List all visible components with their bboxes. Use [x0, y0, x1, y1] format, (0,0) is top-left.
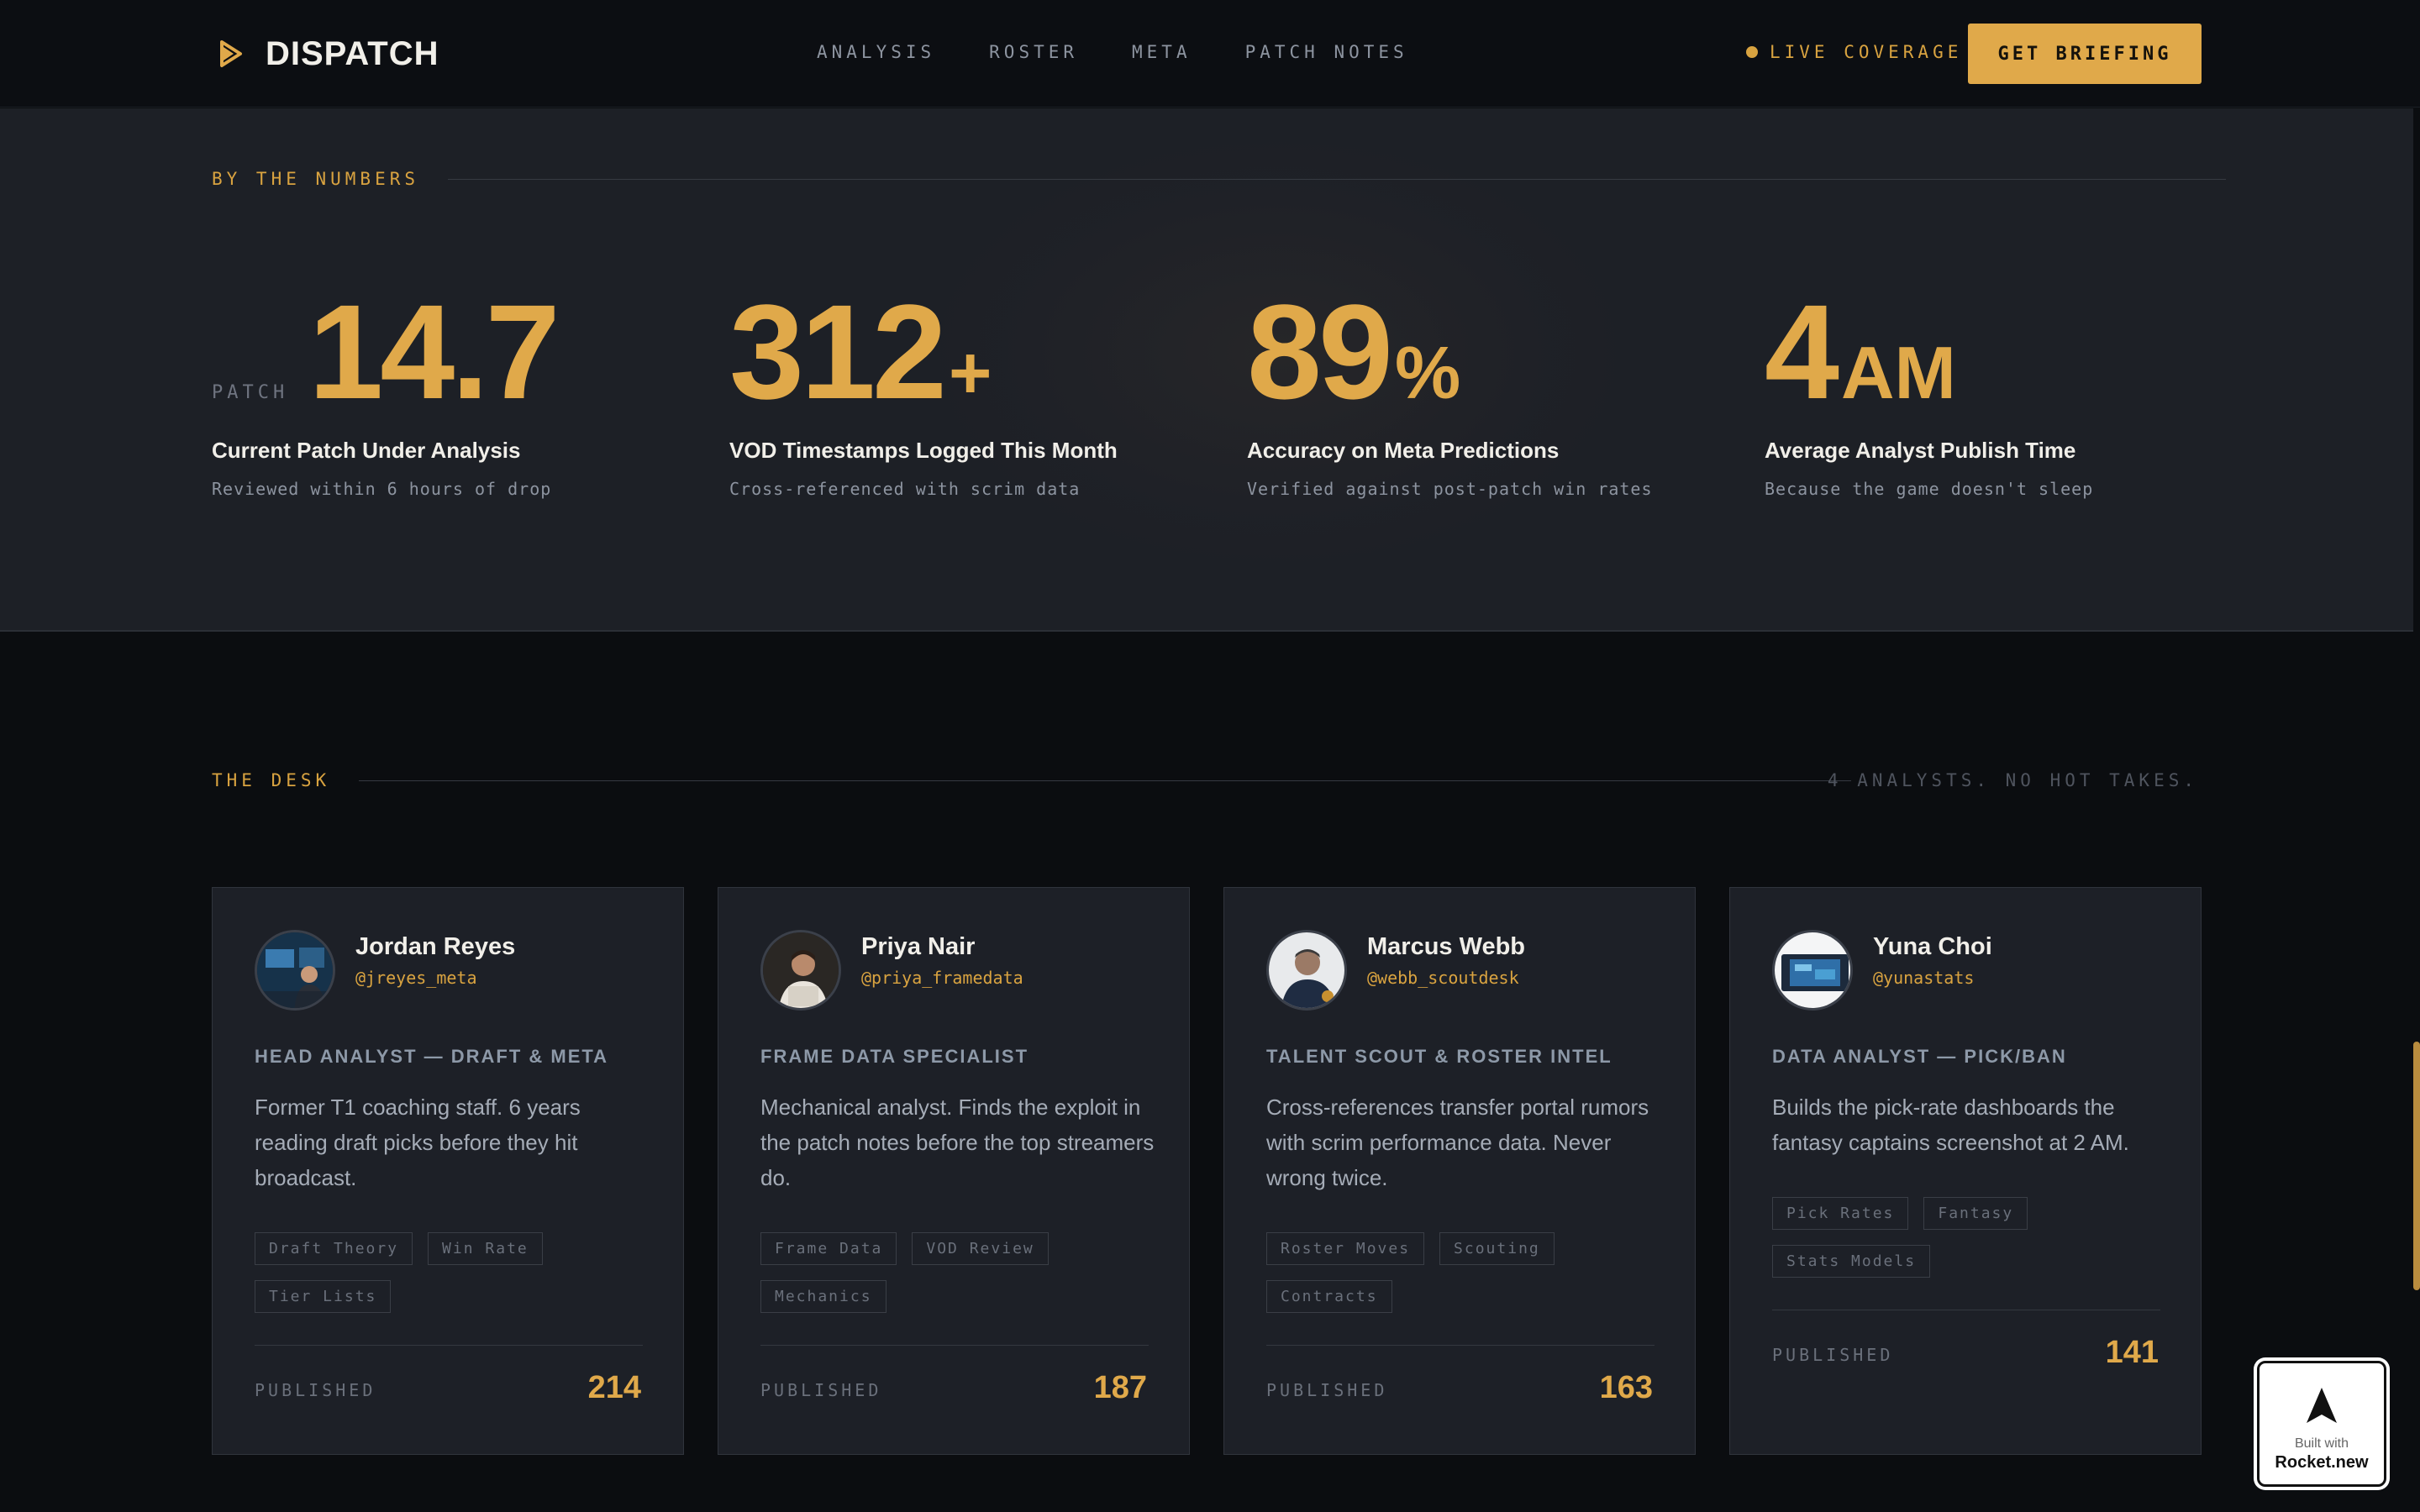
live-dot-icon	[1746, 46, 1758, 58]
analyst-name: Priya Nair	[861, 933, 976, 960]
analyst-role: DATA ANALYST — PICK/BAN	[1772, 1046, 2067, 1067]
card-divider	[1266, 1345, 1655, 1346]
stat-subtitle: Cross-referenced with scrim data	[729, 479, 1081, 499]
analyst-bio: Builds the pick-rate dashboards the fant…	[1772, 1095, 2129, 1155]
nav-link-patch-notes[interactable]: PATCH NOTES	[1245, 42, 1408, 62]
stat-prefix: PATCH	[212, 382, 289, 403]
analyst-role: FRAME DATA SPECIALIST	[760, 1046, 1029, 1067]
avatar	[255, 930, 335, 1011]
analyst-role: HEAD ANALYST — DRAFT & META	[255, 1046, 609, 1067]
analyst-bio: Mechanical analyst. Finds the exploit in…	[760, 1095, 1155, 1190]
tag: Stats Models	[1772, 1245, 1931, 1278]
desk-tagline: 4 ANALYSTS. NO HOT TAKES.	[1827, 770, 2198, 790]
stat-suffix: %	[1394, 331, 1461, 414]
analyst-bio: Cross-references transfer portal rumors …	[1266, 1095, 1649, 1190]
analyst-handle[interactable]: @yunastats	[1873, 968, 1992, 988]
built-with-rocket-badge[interactable]: Built with Rocket.new	[2257, 1361, 2386, 1487]
analyst-card-priya-nair[interactable]: Priya Nair @priya_framedata FRAME DATA S…	[718, 887, 1190, 1455]
analyst-name: Jordan Reyes	[355, 933, 516, 960]
get-briefing-button[interactable]: GET BRIEFING	[1968, 24, 2202, 84]
analyst-handle[interactable]: @priya_framedata	[861, 968, 1023, 988]
nav-link-meta[interactable]: META	[1132, 42, 1192, 62]
tag-list: Pick Rates Fantasy Stats Models	[1772, 1197, 2167, 1293]
section-label: BY THE NUMBERS	[212, 169, 420, 189]
stat-suffix: +	[948, 331, 992, 414]
stat-accuracy: 89 % Accuracy on Meta Predictions Verifi…	[1247, 276, 1751, 500]
published-count: 187	[1093, 1370, 1147, 1405]
analyst-card-marcus-webb[interactable]: Marcus Webb @webb_scoutdesk TALENT SCOUT…	[1223, 887, 1696, 1455]
tag-list: Frame Data VOD Review Mechanics	[760, 1232, 1155, 1328]
avatar	[760, 930, 841, 1011]
stat-suffix: AM	[1840, 331, 1956, 414]
tag-list: Draft Theory Win Rate Tier Lists	[255, 1232, 650, 1328]
tag: Roster Moves	[1266, 1232, 1425, 1265]
published-label: PUBLISHED	[255, 1380, 376, 1400]
stat-value: 4	[1765, 276, 1839, 427]
numbers-header: BY THE NUMBERS	[212, 169, 2227, 189]
tag: Pick Rates	[1772, 1197, 1909, 1230]
live-coverage-label: LIVE COVERAGE	[1770, 42, 1963, 62]
play-logo-icon	[220, 40, 242, 67]
stat-title: Average Analyst Publish Time	[1765, 438, 2076, 463]
live-coverage-indicator[interactable]: LIVE COVERAGE	[1746, 42, 1962, 62]
stat-title: Current Patch Under Analysis	[212, 438, 521, 463]
analyst-role: TALENT SCOUT & ROSTER INTEL	[1266, 1046, 1612, 1067]
analyst-handle[interactable]: @webb_scoutdesk	[1367, 968, 1525, 988]
section-divider	[448, 178, 2227, 180]
stat-value: 14.7	[308, 276, 560, 427]
stat-subtitle: Reviewed within 6 hours of drop	[212, 479, 552, 499]
published-label: PUBLISHED	[1772, 1345, 1894, 1365]
analyst-name: Yuna Choi	[1873, 933, 1992, 960]
tag: VOD Review	[912, 1232, 1049, 1265]
published-count: 163	[1599, 1370, 1653, 1405]
top-nav: DISPATCH ANALYSIS ROSTER META PATCH NOTE…	[0, 0, 2420, 108]
tag: Mechanics	[760, 1280, 886, 1313]
tag-list: Roster Moves Scouting Contracts	[1266, 1232, 1661, 1328]
numbers-section: BY THE NUMBERS PATCH 14.7 Current Patch …	[0, 108, 2413, 632]
published-count: 141	[2105, 1335, 2159, 1370]
stat-value: 312	[729, 276, 947, 427]
published-count: 214	[587, 1370, 641, 1405]
brand-name: DISPATCH	[266, 34, 439, 72]
tag: Win Rate	[428, 1232, 543, 1265]
stat-subtitle: Because the game doesn't sleep	[1765, 479, 2094, 499]
brand-logo[interactable]: DISPATCH	[212, 32, 439, 76]
nav-links: ANALYSIS ROSTER META PATCH NOTES	[817, 42, 1462, 62]
card-divider	[255, 1345, 643, 1346]
desk-header: THE DESK	[212, 770, 1852, 790]
nav-link-roster[interactable]: ROSTER	[989, 42, 1078, 62]
tag: Scouting	[1439, 1232, 1555, 1265]
analyst-handle[interactable]: @jreyes_meta	[355, 968, 515, 988]
analyst-name: Marcus Webb	[1367, 933, 1526, 960]
published-label: PUBLISHED	[1266, 1380, 1388, 1400]
stat-value: 89	[1247, 276, 1393, 427]
analyst-card-yuna-choi[interactable]: Yuna Choi @yunastats DATA ANALYST — PICK…	[1729, 887, 2202, 1455]
stat-patch: PATCH 14.7 Current Patch Under Analysis …	[212, 276, 716, 500]
badge-line2: Rocket.new	[2275, 1453, 2369, 1472]
tag: Tier Lists	[255, 1280, 392, 1313]
analyst-bio: Former T1 coaching staff. 6 years readin…	[255, 1095, 581, 1190]
nav-link-analysis[interactable]: ANALYSIS	[817, 42, 935, 62]
analyst-card-jordan-reyes[interactable]: Jordan Reyes @jreyes_meta HEAD ANALYST —…	[212, 887, 684, 1455]
tag: Fantasy	[1923, 1197, 2028, 1230]
rocket-icon	[2307, 1388, 2337, 1423]
stat-title: Accuracy on Meta Predictions	[1247, 438, 1560, 463]
section-divider	[359, 780, 1852, 781]
section-label: THE DESK	[212, 770, 331, 790]
avatar	[1266, 930, 1347, 1011]
stat-publish-time: 4 AM Average Analyst Publish Time Becaus…	[1765, 276, 2269, 500]
published-label: PUBLISHED	[760, 1380, 882, 1400]
scrollbar-thumb[interactable]	[2413, 1042, 2420, 1290]
tag: Contracts	[1266, 1280, 1392, 1313]
stat-subtitle: Verified against post-patch win rates	[1247, 479, 1653, 499]
card-divider	[760, 1345, 1149, 1346]
tag: Draft Theory	[255, 1232, 413, 1265]
stat-title: VOD Timestamps Logged This Month	[729, 438, 1118, 463]
badge-line1: Built with	[2294, 1436, 2349, 1451]
avatar	[1772, 930, 1853, 1011]
tag: Frame Data	[760, 1232, 897, 1265]
stat-vod-timestamps: 312 + VOD Timestamps Logged This Month C…	[729, 276, 1234, 500]
